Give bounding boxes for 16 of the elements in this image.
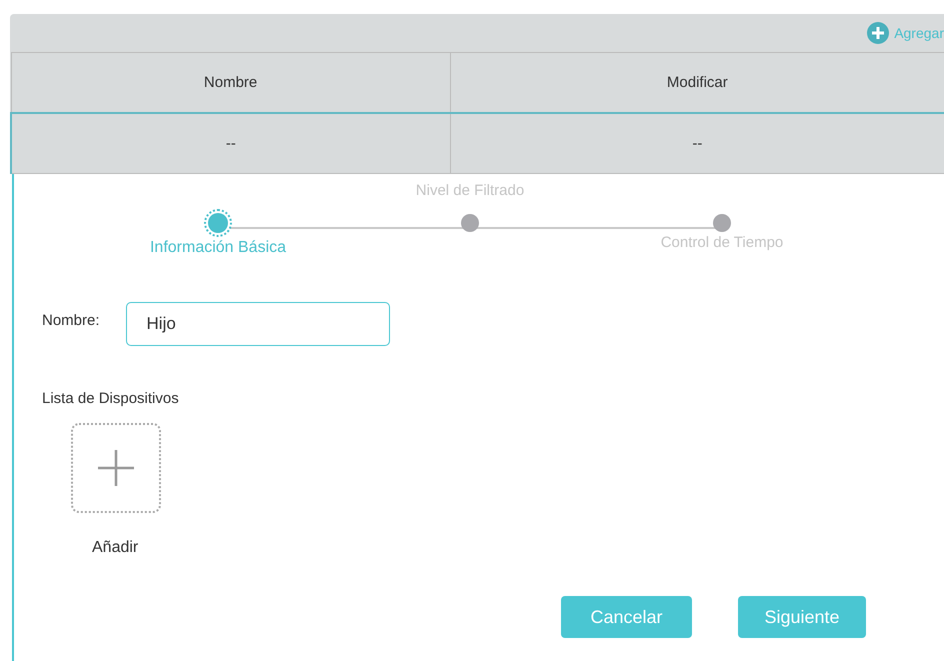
plus-icon — [96, 448, 136, 488]
column-header: Modificar — [450, 52, 944, 113]
section-label: Lista de Dispositivos — [42, 390, 180, 407]
column-header: Nombre — [11, 52, 450, 113]
step-label: Control de Tiempo — [660, 234, 784, 251]
field-label: Nombre: — [42, 312, 100, 329]
table-cell: -- — [11, 113, 450, 174]
step-label: Información Básica — [150, 239, 286, 257]
cancel-button[interactable]: Cancelar — [561, 596, 692, 638]
add-button[interactable]: Agregar — [867, 22, 944, 44]
add-device-button[interactable] — [71, 423, 161, 513]
add-device-label: Añadir — [92, 539, 138, 557]
table-cell: -- — [450, 113, 944, 174]
next-button[interactable]: Siguiente — [738, 596, 866, 638]
name-field[interactable]: Hijo — [126, 302, 390, 346]
plus-circle-icon — [867, 22, 890, 44]
